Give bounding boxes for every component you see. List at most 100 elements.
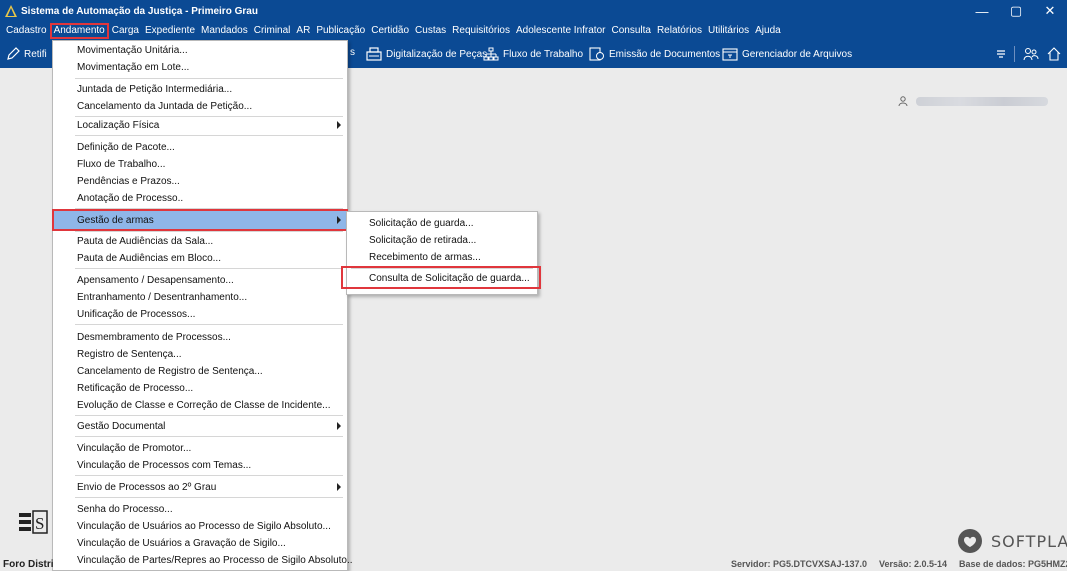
menu-utilitarios[interactable]: Utilitários: [705, 23, 752, 39]
app-icon: [5, 5, 17, 17]
separator: [75, 415, 343, 416]
court-logo-icon: S: [19, 510, 48, 534]
filter-icon[interactable]: [996, 48, 1006, 60]
menuitem-entranhamento[interactable]: Entranhamento / Desentranhamento...: [53, 288, 347, 306]
menuitem-pauta-sala[interactable]: Pauta de Audiências da Sala...: [53, 232, 347, 250]
menuitem-localizacao-fisica[interactable]: Localização Física: [53, 116, 347, 134]
svg-text:S: S: [35, 514, 44, 533]
menuitem-movimentacao-unitaria[interactable]: Movimentação Unitária...: [53, 41, 347, 59]
menuitem-definicao-pacote[interactable]: Definição de Pacote...: [53, 138, 347, 156]
submenuitem-recebimento-armas[interactable]: Recebimento de armas...: [347, 248, 537, 266]
menu-ajuda[interactable]: Ajuda: [752, 23, 784, 39]
menu-relatorios[interactable]: Relatórios: [654, 23, 705, 39]
separator: [75, 475, 343, 476]
toolbar-cut-label: s: [350, 47, 355, 58]
users-icon[interactable]: [1023, 47, 1039, 61]
softplan-heart-icon: [958, 529, 982, 553]
submenu-arrow-icon: [337, 216, 341, 224]
submenu-arrow-icon: [337, 121, 341, 129]
menuitem-unificacao[interactable]: Unificação de Processos...: [53, 305, 347, 323]
menuitem-evolucao-classe[interactable]: Evolução de Classe e Correção de Classe …: [53, 396, 347, 414]
toolbar-digitalizacao-label: Digitalização de Peças: [386, 48, 488, 60]
softplan-wordmark: SOFTPLAN: [991, 531, 1067, 551]
toolbar-cut-button[interactable]: s: [350, 47, 355, 58]
maximize-button[interactable]: ▢: [999, 0, 1033, 22]
highlight-callout: [341, 266, 541, 289]
separator: [75, 268, 343, 269]
toolbar-gerenciador-button[interactable]: Gerenciador de Arquivos: [722, 47, 852, 61]
separator: [75, 497, 343, 498]
toolbar-retificar-button[interactable]: Retifi: [6, 47, 47, 61]
redacted-username: [916, 96, 1048, 106]
menuitem-label: Gestão Documental: [77, 420, 166, 432]
menu-custas[interactable]: Custas: [412, 23, 449, 39]
toolbar-fluxo-label: Fluxo de Trabalho: [503, 48, 584, 60]
menu-consulta[interactable]: Consulta: [608, 23, 653, 39]
minimize-button[interactable]: —: [965, 0, 999, 22]
menuitem-envio-segundo-grau[interactable]: Envio de Processos ao 2º Grau: [53, 478, 347, 496]
menuitem-cancelamento-juntada[interactable]: Cancelamento da Juntada de Petição...: [53, 97, 347, 115]
menuitem-vinculacao-gravacao-sigilo[interactable]: Vinculação de Usuários a Gravação de Sig…: [53, 534, 347, 552]
menuitem-vinculacao-usuarios-sigilo[interactable]: Vinculação de Usuários ao Processo de Si…: [53, 517, 347, 535]
menuitem-anotacao-processo[interactable]: Anotação de Processo..: [53, 189, 347, 207]
home-icon[interactable]: [1047, 47, 1061, 61]
menu-publicacao[interactable]: Publicação: [313, 23, 368, 39]
menuitem-pauta-bloco[interactable]: Pauta de Audiências em Bloco...: [53, 249, 347, 267]
toolbar-divider: [1014, 46, 1015, 62]
menuitem-pendencias-prazos[interactable]: Pendências e Prazos...: [53, 172, 347, 190]
menuitem-juntada-peticao[interactable]: Juntada de Petição Intermediária...: [53, 80, 347, 98]
file-manager-icon: [722, 48, 738, 61]
submenu-arrow-icon: [337, 483, 341, 491]
menuitem-fluxo-trabalho[interactable]: Fluxo de Trabalho...: [53, 155, 347, 173]
menuitem-vinculacao-temas[interactable]: Vinculação de Processos com Temas...: [53, 456, 347, 474]
toolbar-retificar-label: Retifi: [24, 48, 47, 60]
scanner-icon: [366, 47, 382, 61]
separator: [75, 78, 343, 79]
title-bar: Sistema de Automação da Justiça - Primei…: [0, 0, 1067, 22]
menuitem-apensamento[interactable]: Apensamento / Desapensamento...: [53, 271, 347, 289]
menuitem-vinculacao-promotor[interactable]: Vinculação de Promotor...: [53, 439, 347, 457]
status-servidor: Servidor: PG5.DTCVXSAJ-137.0: [731, 559, 868, 569]
toolbar-fluxo-button[interactable]: Fluxo de Trabalho: [483, 47, 583, 61]
close-button[interactable]: ✕: [1033, 0, 1067, 22]
menu-mandados[interactable]: Mandados: [198, 23, 251, 39]
menuitem-senha-processo[interactable]: Senha do Processo...: [53, 500, 347, 518]
menuitem-vinculacao-partes-sigilo[interactable]: Vinculação de Partes/Repres ao Processo …: [53, 551, 353, 569]
menuitem-desmembramento[interactable]: Desmembramento de Processos...: [53, 328, 347, 346]
menuitem-cancelamento-registro[interactable]: Cancelamento de Registro de Sentença...: [53, 362, 347, 380]
menuitem-label: Localização Física: [77, 119, 160, 131]
menu-ar[interactable]: AR: [293, 23, 313, 39]
menuitem-retificacao-processo[interactable]: Retificação de Processo...: [53, 379, 347, 397]
menu-cadastro[interactable]: Cadastro: [3, 23, 50, 39]
submenuitem-solicitacao-guarda[interactable]: Solicitação de guarda...: [347, 214, 537, 232]
document-issue-icon: [589, 47, 604, 61]
toolbar-digitalizacao-button[interactable]: Digitalização de Peças: [366, 47, 487, 61]
window-title: Sistema de Automação da Justiça - Primei…: [21, 5, 258, 17]
user-icon: [898, 96, 908, 106]
menu-certidao[interactable]: Certidão: [368, 23, 412, 39]
foro-label: Foro Distri: [3, 559, 54, 570]
separator: [75, 135, 343, 136]
workflow-icon: [483, 47, 499, 61]
menuitem-gestao-documental[interactable]: Gestão Documental: [53, 417, 347, 435]
menuitem-gestao-armas[interactable]: Gestão de armas: [52, 209, 348, 231]
toolbar-right-group: [996, 46, 1061, 62]
andamento-dropdown: Movimentação Unitária... Movimentação em…: [52, 40, 353, 571]
menu-adolescente-infrator[interactable]: Adolescente Infrator: [513, 23, 609, 39]
menuitem-movimentacao-lote[interactable]: Movimentação em Lote...: [53, 58, 347, 76]
toolbar-gerenciador-label: Gerenciador de Arquivos: [742, 48, 853, 60]
softplan-logo: SOFTPLAN: [955, 528, 1067, 554]
menu-carga[interactable]: Carga: [109, 23, 142, 39]
submenu-arrow-icon: [337, 422, 341, 430]
menu-criminal[interactable]: Criminal: [251, 23, 294, 39]
menu-bar: Cadastro Andamento Carga Expediente Mand…: [0, 22, 1067, 40]
menu-expediente[interactable]: Expediente: [142, 23, 198, 39]
menuitem-label: Gestão de armas: [77, 214, 154, 226]
toolbar-emissao-button[interactable]: Emissão de Documentos: [589, 47, 720, 61]
menuitem-registro-sentenca[interactable]: Registro de Sentença...: [53, 345, 347, 363]
menu-requisitorios[interactable]: Requisitórios: [449, 23, 513, 39]
separator: [75, 436, 343, 437]
menu-andamento[interactable]: Andamento: [49, 23, 109, 39]
separator: [75, 324, 343, 325]
submenuitem-solicitacao-retirada[interactable]: Solicitação de retirada...: [347, 231, 537, 249]
